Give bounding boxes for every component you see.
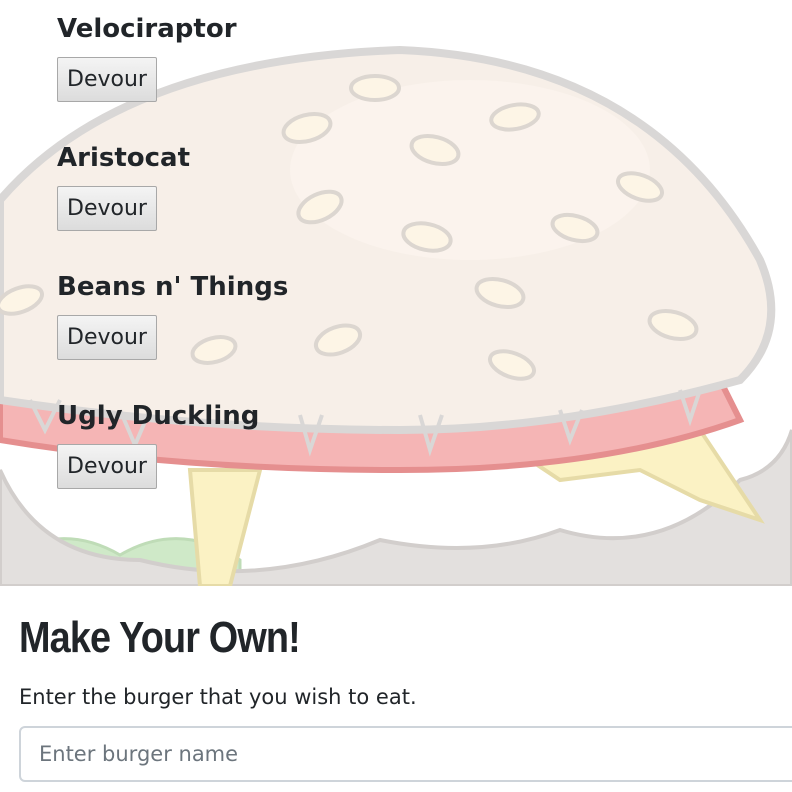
burger-list-section: Velociraptor Devour Aristocat Devour Bea… bbox=[0, 0, 792, 586]
devour-button[interactable]: Devour bbox=[57, 444, 157, 489]
make-your-own-form: Make Your Own! Enter the burger that you… bbox=[0, 586, 792, 792]
devour-button[interactable]: Devour bbox=[57, 186, 157, 231]
burger-name: Beans n' Things bbox=[57, 272, 289, 302]
form-heading: Make Your Own! bbox=[19, 613, 301, 662]
burger-name: Ugly Duckling bbox=[57, 401, 260, 431]
devour-button[interactable]: Devour bbox=[57, 315, 157, 360]
burger-name: Velociraptor bbox=[57, 14, 237, 44]
burger-item: Ugly Duckling Devour bbox=[57, 401, 260, 489]
burger-input-label: Enter the burger that you wish to eat. bbox=[19, 685, 417, 709]
burger-item: Velociraptor Devour bbox=[57, 14, 237, 102]
burger-item: Beans n' Things Devour bbox=[57, 272, 289, 360]
burger-name: Aristocat bbox=[57, 143, 191, 173]
burger-item: Aristocat Devour bbox=[57, 143, 191, 231]
devour-button[interactable]: Devour bbox=[57, 57, 157, 102]
burger-name-input[interactable] bbox=[19, 726, 792, 782]
